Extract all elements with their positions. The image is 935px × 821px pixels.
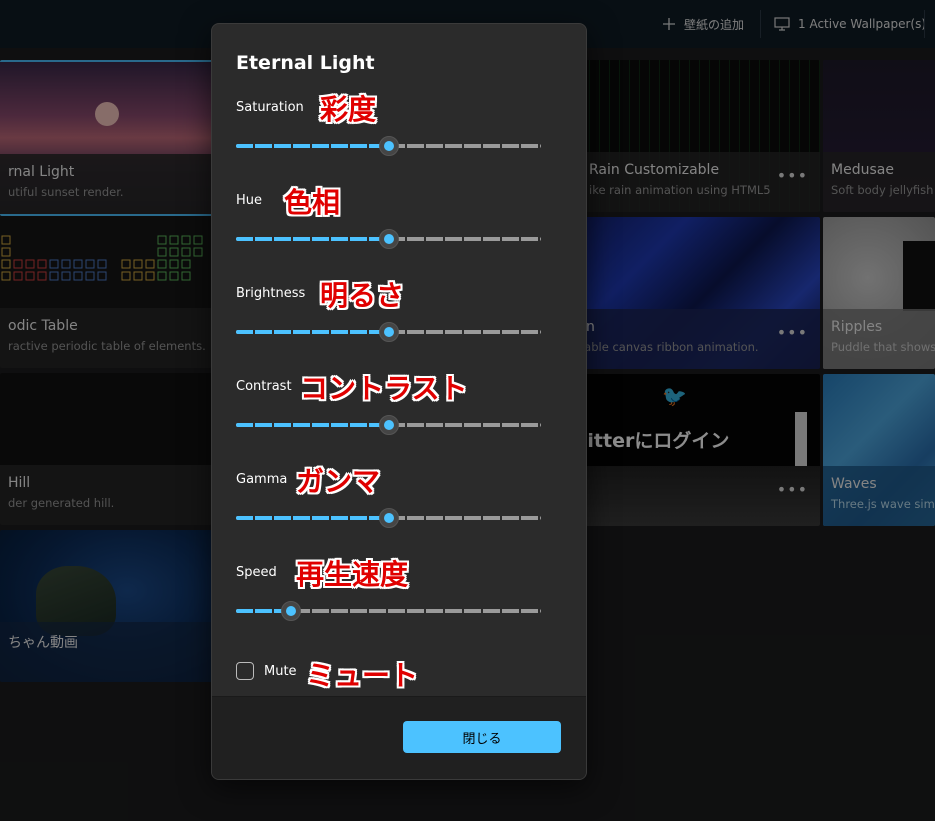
slider-fill (236, 516, 389, 520)
dialog-title: Eternal Light (236, 52, 375, 74)
slider-thumb[interactable] (379, 508, 399, 528)
annotation-saturation: 彩度 (319, 93, 377, 127)
slider-fill (236, 144, 389, 148)
slider-row-hue: Hue 色相 (236, 186, 546, 273)
slider-thumb[interactable] (281, 601, 301, 621)
customize-dialog: Eternal Light Saturation 彩度 Hue 色相 Brightnes… (211, 23, 587, 780)
annotation-brightness: 明るさ (319, 279, 405, 313)
slider-thumb[interactable] (379, 322, 399, 342)
slider-row-gamma: Gamma ガンマ (236, 465, 546, 552)
slider-row-saturation: Saturation 彩度 (236, 93, 546, 180)
slider-fill (236, 237, 389, 241)
slider-label: Hue (236, 193, 263, 208)
slider-label: Contrast (236, 379, 292, 394)
slider-fill (236, 330, 389, 334)
slider-row-speed: Speed 再生速度 (236, 558, 546, 645)
slider-label: Speed (236, 565, 277, 580)
annotation-speed: 再生速度 (295, 558, 409, 592)
slider-thumb[interactable] (379, 415, 399, 435)
annotation-contrast: コントラスト (299, 372, 468, 406)
slider-row-contrast: Contrast コントラスト (236, 372, 546, 459)
slider-label: Saturation (236, 100, 304, 115)
mute-label: Mute (264, 664, 297, 679)
dialog-footer: 閉じる (212, 696, 586, 779)
annotation-gamma: ガンマ (295, 465, 381, 499)
mute-checkbox[interactable] (236, 662, 254, 680)
slider-row-brightness: Brightness 明るさ (236, 279, 546, 366)
close-button[interactable]: 閉じる (403, 721, 561, 753)
annotation-mute: ミュート (306, 659, 419, 692)
slider-label: Brightness (236, 286, 306, 301)
slider-label: Gamma (236, 472, 288, 487)
annotation-hue: 色相 (283, 186, 341, 220)
slider-thumb[interactable] (379, 136, 399, 156)
slider-fill (236, 423, 389, 427)
slider-thumb[interactable] (379, 229, 399, 249)
